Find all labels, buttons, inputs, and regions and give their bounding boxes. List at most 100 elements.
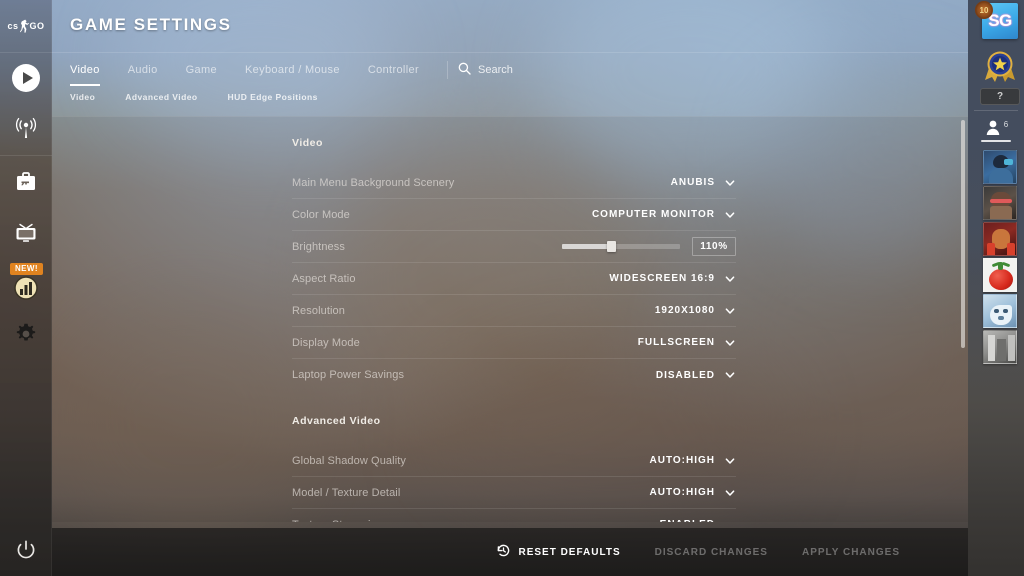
setting-row-laptop-power-savings[interactable]: Laptop Power Savings DISABLED: [292, 359, 736, 391]
dropdown-value: DISABLED: [655, 369, 715, 381]
section-advanced-video: Advanced Video Global Shadow Quality AUT…: [292, 415, 736, 522]
slider-handle[interactable]: [606, 241, 616, 252]
subtab-video[interactable]: Video: [70, 92, 95, 102]
chevron-down-icon: [724, 337, 736, 349]
dropdown-value: ANUBIS: [670, 177, 715, 188]
setting-row-texture-streaming[interactable]: Texture Streaming ENABLED: [292, 509, 736, 522]
broadcast-icon: [13, 116, 39, 142]
tab-keyboard-mouse[interactable]: Keyboard / Mouse: [231, 59, 354, 81]
setting-label: Global Shadow Quality: [292, 454, 406, 467]
chevron-down-icon: [724, 209, 736, 221]
chevron-down-icon: [724, 455, 736, 467]
tab-separator: [447, 61, 448, 79]
dropdown-main-menu-background-scenery[interactable]: ANUBIS: [671, 177, 736, 189]
setting-row-display-mode[interactable]: Display Mode FULLSCREEN: [292, 327, 736, 359]
setting-label: Brightness: [292, 240, 345, 253]
steam-overlay-rail: SG 10 ? 6: [968, 0, 1024, 576]
right-rail-divider: [974, 110, 1018, 111]
left-navigation-rail: cs GO NEW!: [0, 0, 52, 576]
section-video: Video Main Menu Background Scenery ANUBI…: [292, 137, 736, 391]
brightness-control[interactable]: 110%: [562, 237, 736, 256]
avatar-3[interactable]: [983, 222, 1017, 256]
avatar-1[interactable]: [983, 150, 1017, 184]
section-title-advanced-video: Advanced Video: [292, 415, 381, 427]
avatar-5[interactable]: [983, 294, 1017, 328]
dropdown-color-mode[interactable]: COMPUTER MONITOR: [592, 209, 736, 221]
setting-row-color-mode[interactable]: Color Mode COMPUTER MONITOR: [292, 199, 736, 231]
setting-label: Model / Texture Detail: [292, 486, 401, 499]
sidebar-item-play[interactable]: [0, 52, 52, 104]
content-scrollbar[interactable]: [961, 120, 965, 348]
search-icon: [458, 62, 471, 78]
avatar-4[interactable]: [983, 258, 1017, 292]
dropdown-laptop-power-savings[interactable]: DISABLED: [656, 369, 736, 381]
tab-game[interactable]: Game: [172, 59, 231, 81]
tab-video[interactable]: Video: [70, 59, 114, 86]
sidebar-item-inventory[interactable]: [0, 155, 52, 207]
dropdown-model-texture-detail[interactable]: AUTO:HIGH: [650, 487, 736, 499]
dropdown-global-shadow-quality[interactable]: AUTO:HIGH: [650, 455, 736, 467]
chevron-down-icon: [724, 519, 736, 522]
sidebar-item-tv[interactable]: [0, 206, 52, 258]
sidebar-item-watch[interactable]: [0, 103, 52, 155]
brightness-value: 110%: [692, 237, 736, 256]
setting-label: Color Mode: [292, 208, 350, 221]
tab-controller[interactable]: Controller: [354, 59, 433, 81]
setting-row-aspect-ratio[interactable]: Aspect Ratio WIDESCREEN 16:9: [292, 263, 736, 295]
setting-label: Display Mode: [292, 336, 360, 349]
setting-row-brightness[interactable]: Brightness 110%: [292, 231, 736, 263]
friends-count-button[interactable]: 6: [968, 118, 1024, 140]
dropdown-texture-streaming[interactable]: ENABLED: [660, 519, 736, 522]
dropdown-value: AUTO:HIGH: [649, 455, 715, 466]
dropdown-value: FULLSCREEN: [637, 337, 715, 348]
stats-icon: [14, 276, 38, 300]
avatar-2[interactable]: [983, 186, 1017, 220]
setting-row-main-menu-background-scenery[interactable]: Main Menu Background Scenery ANUBIS: [292, 167, 736, 199]
setting-label: Texture Streaming: [292, 519, 383, 523]
sub-tab-bar: Video Advanced Video HUD Edge Positions: [52, 92, 968, 116]
apply-changes-button[interactable]: APPLY CHANGES: [802, 547, 900, 558]
csgo-logo: cs GO: [0, 0, 52, 52]
setting-row-model-texture-detail[interactable]: Model / Texture Detail AUTO:HIGH: [292, 477, 736, 509]
dropdown-value: COMPUTER MONITOR: [591, 209, 715, 220]
tab-audio[interactable]: Audio: [114, 59, 172, 81]
avatar-6[interactable]: [983, 330, 1017, 364]
page-title: GAME SETTINGS: [70, 15, 232, 34]
setting-label: Laptop Power Savings: [292, 369, 405, 381]
dropdown-aspect-ratio[interactable]: WIDESCREEN 16:9: [609, 273, 736, 285]
level-badge: 10: [975, 1, 993, 19]
header-bar: GAME SETTINGS: [52, 0, 968, 52]
new-badge: NEW!: [10, 263, 43, 275]
logo-text-cs: cs: [7, 21, 19, 31]
discard-changes-label: DISCARD CHANGES: [654, 546, 768, 558]
sidebar-item-settings[interactable]: [0, 308, 52, 360]
chevron-down-icon: [724, 487, 736, 499]
help-badge[interactable]: ?: [980, 88, 1020, 105]
reset-defaults-label: RESET DEFAULTS: [518, 546, 621, 558]
csgo-figure-icon: [19, 19, 29, 33]
sidebar-item-power[interactable]: [0, 524, 52, 576]
dropdown-resolution[interactable]: 1920X1080: [655, 305, 736, 317]
friends-underline: [981, 140, 1011, 142]
search-label: Search: [478, 64, 513, 76]
dropdown-value: ENABLED: [660, 519, 715, 522]
dropdown-display-mode[interactable]: FULLSCREEN: [638, 337, 736, 349]
person-icon: [984, 119, 1002, 140]
brightness-slider[interactable]: [562, 241, 680, 252]
setting-label: Aspect Ratio: [292, 272, 356, 285]
medal-badge[interactable]: [982, 48, 1018, 84]
bottom-action-bar: RESET DEFAULTS DISCARD CHANGES APPLY CHA…: [52, 528, 968, 576]
search-button[interactable]: Search: [458, 62, 513, 78]
discard-changes-button[interactable]: DISCARD CHANGES: [655, 547, 768, 558]
tab-bar: Video Audio Game Keyboard / Mouse Contro…: [52, 53, 968, 86]
level-number: 10: [979, 5, 989, 15]
setting-row-global-shadow-quality[interactable]: Global Shadow Quality AUTO:HIGH: [292, 445, 736, 477]
gear-icon: [15, 323, 37, 345]
subtab-hud-edge-positions[interactable]: HUD Edge Positions: [228, 92, 318, 102]
setting-row-resolution[interactable]: Resolution 1920X1080: [292, 295, 736, 327]
subtab-advanced-video[interactable]: Advanced Video: [125, 92, 197, 102]
reset-defaults-button[interactable]: RESET DEFAULTS: [496, 543, 620, 561]
friends-count-number: 6: [1003, 120, 1009, 129]
apply-changes-label: APPLY CHANGES: [801, 546, 900, 558]
chevron-down-icon: [724, 177, 736, 189]
